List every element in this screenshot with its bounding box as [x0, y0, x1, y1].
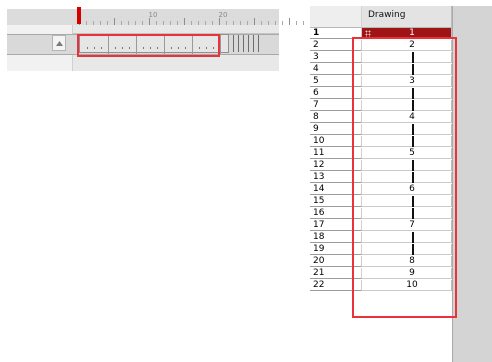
empty-frame-marker [258, 35, 259, 52]
frame-number: 1 [313, 28, 320, 38]
frame-number: 18 [313, 232, 325, 242]
ruler-tick [149, 18, 150, 25]
frame-number: 9 [313, 124, 319, 134]
frame-number: 12 [313, 160, 325, 170]
empty-frame-marker [238, 35, 239, 52]
frame-number: 7 [313, 100, 319, 110]
frame-number: 5 [313, 76, 319, 86]
exposure-sheet: Drawing 1 1 2 2 3 4 5 3 6 7 8 4 9 10 11 5 12 13 14 6 15 16 17 7… [310, 6, 492, 362]
frame-number: 22 [313, 280, 325, 290]
ruler-tick [184, 18, 185, 25]
empty-frame-marker [253, 35, 254, 52]
frame-number: 19 [313, 244, 325, 254]
frame-number: 3 [313, 52, 319, 62]
frame-number: 6 [313, 88, 319, 98]
timeline: 10 20 [7, 7, 311, 71]
collapse-button[interactable] [52, 35, 66, 51]
empty-frame-marker [248, 35, 249, 52]
ruler-tick [289, 18, 290, 25]
ruler-tick [282, 21, 283, 25]
frame-number: 21 [313, 268, 325, 278]
triangle-up-icon [56, 41, 63, 46]
frame-number: 4 [313, 64, 319, 74]
frame-number: 2 [313, 40, 319, 50]
timeline-ruler[interactable]: 10 20 [7, 9, 311, 26]
playhead[interactable] [77, 7, 81, 24]
empty-frame-marker [233, 35, 234, 52]
ruler-tick [219, 18, 220, 25]
frame-number: 13 [313, 172, 325, 182]
ruler-tick [114, 18, 115, 25]
column-header-drawing[interactable]: Drawing [362, 6, 452, 28]
frame-number: 10 [313, 136, 325, 146]
frame-number: 16 [313, 208, 325, 218]
ruler-tick [303, 21, 304, 25]
frame-number: 17 [313, 220, 325, 230]
timeline-highlight-box [77, 34, 220, 57]
frame-cell-divider [220, 35, 221, 54]
frame-number: 14 [313, 184, 325, 194]
ruler-tick [254, 18, 255, 25]
frame-column-header [310, 6, 362, 28]
ruler-tick [296, 21, 297, 25]
frame-number: 15 [313, 196, 325, 206]
frame-number: 20 [313, 256, 325, 266]
xsheet-highlight-box [352, 37, 457, 318]
empty-frame-marker [243, 35, 244, 52]
frame-number: 11 [313, 148, 325, 158]
frame-number: 8 [313, 112, 319, 122]
column-header-label: Drawing [368, 10, 406, 20]
